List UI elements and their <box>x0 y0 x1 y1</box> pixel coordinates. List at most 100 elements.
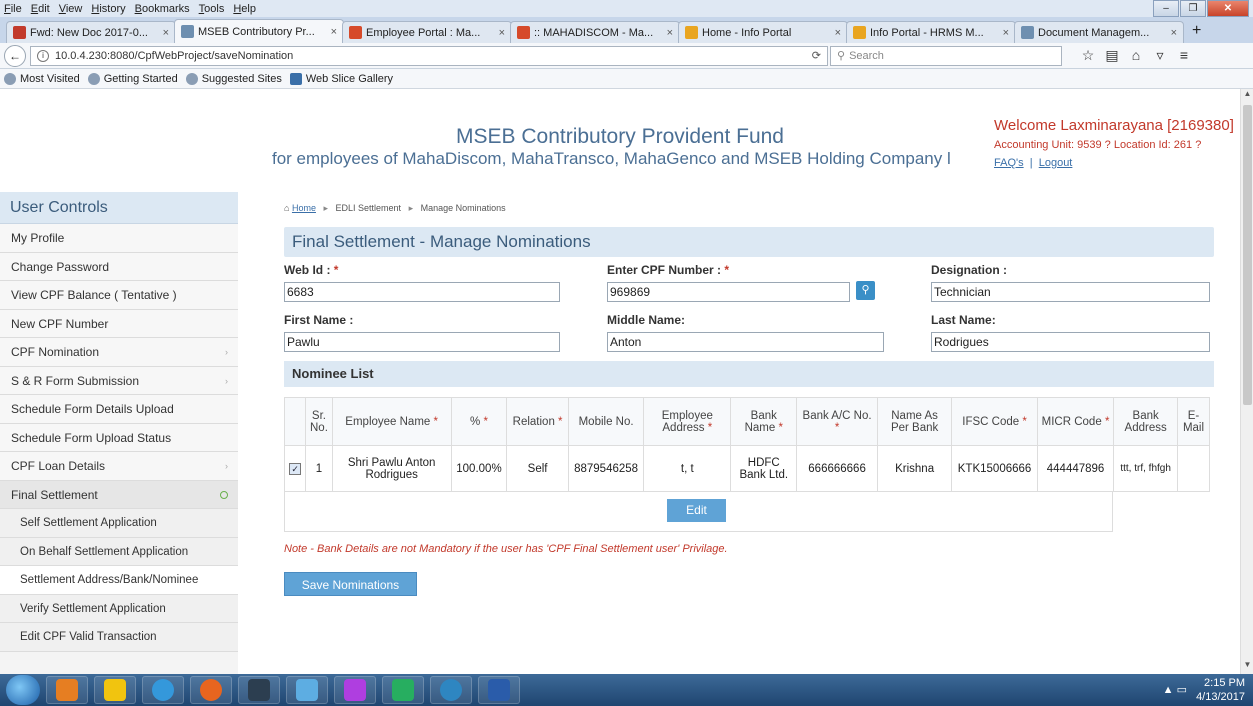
browser-tab[interactable]: Employee Portal : Ma... × <box>342 21 512 43</box>
cpf-search-button[interactable]: ⚲ <box>856 281 875 300</box>
close-tab-icon[interactable]: × <box>835 27 841 39</box>
middle-name-input[interactable]: Anton <box>607 332 884 352</box>
media-player-icon <box>56 679 78 701</box>
bookmark-label: Web Slice Gallery <box>305 72 394 85</box>
menu-file[interactable]: File <box>4 3 22 15</box>
taskbar-ie-icon[interactable] <box>142 676 184 704</box>
close-tab-icon[interactable]: × <box>1003 27 1009 39</box>
save-nominations-button[interactable]: Save Nominations <box>284 572 417 596</box>
bookmark-suggested-sites[interactable]: Suggested Sites <box>185 72 282 85</box>
home-icon[interactable]: ⌂ <box>1124 47 1148 64</box>
cell-bank: HDFC Bank Ltd. <box>730 445 798 492</box>
scroll-up-icon[interactable]: ▲ <box>1241 89 1253 103</box>
taskbar-virtualbox-icon[interactable] <box>286 676 328 704</box>
info-icon[interactable]: i <box>37 49 49 62</box>
reading-list-icon[interactable]: ▤ <box>1100 47 1124 64</box>
required-marker: * <box>707 421 713 434</box>
menu-history[interactable]: History <box>91 3 125 15</box>
web-id-input[interactable]: 6683 <box>284 282 560 302</box>
new-tab-icon[interactable]: + <box>1192 22 1201 43</box>
minimize-icon[interactable]: – <box>1153 0 1179 17</box>
menu-help[interactable]: Help <box>233 3 256 15</box>
windows-start-icon[interactable] <box>6 675 40 705</box>
header-text: % <box>470 415 481 428</box>
col-mobile: Mobile No. <box>567 397 645 446</box>
browser-search-box[interactable]: ⚲ Search <box>830 45 1062 66</box>
last-name-input[interactable]: Rodrigues <box>931 332 1210 352</box>
close-tab-icon[interactable]: × <box>499 27 505 39</box>
faq-link[interactable]: FAQ's <box>994 157 1024 169</box>
close-tab-icon[interactable]: × <box>163 27 169 39</box>
tray-network-icon[interactable]: ▲ ▭ <box>1163 683 1187 696</box>
system-clock[interactable]: 2:15 PM 4/13/2017 <box>1196 676 1245 704</box>
star-bookmark-icon[interactable]: ☆ <box>1076 47 1100 64</box>
sidebar-item-s-r-form[interactable]: S & R Form Submission › <box>0 366 238 395</box>
hamburger-menu-icon[interactable]: ≡ <box>1172 47 1196 64</box>
breadcrumb-home[interactable]: Home <box>292 203 316 213</box>
reload-icon[interactable]: ⟳ <box>812 49 821 62</box>
breadcrumb-edli: EDLI Settlement <box>335 203 402 213</box>
taskbar-app-icon[interactable] <box>238 676 280 704</box>
close-tab-icon[interactable]: × <box>1171 27 1177 39</box>
nominee-table: Sr. No. Employee Name * % * Relation * M… <box>283 397 1210 492</box>
logout-link[interactable]: Logout <box>1039 157 1073 169</box>
sidebar-item-view-cpf-balance[interactable]: View CPF Balance ( Tentative ) <box>0 281 238 310</box>
row-checkbox[interactable]: ✓ <box>289 462 302 475</box>
cpf-number-input[interactable]: 969869 <box>607 282 850 302</box>
sidebar-subitem-verify-settlement[interactable]: Verify Settlement Application <box>0 594 238 623</box>
bookmark-getting-started[interactable]: Getting Started <box>87 72 178 85</box>
pocket-icon[interactable]: ▿ <box>1148 47 1172 64</box>
menu-tools[interactable]: Tools <box>199 3 225 15</box>
sidebar-subitem-self-settlement[interactable]: Self Settlement Application <box>0 509 238 538</box>
col-ifsc: IFSC Code * <box>951 397 1038 446</box>
sidebar-subitem-on-behalf[interactable]: On Behalf Settlement Application <box>0 537 238 566</box>
taskbar-teamviewer-icon[interactable] <box>430 676 472 704</box>
restore-icon[interactable]: ❐ <box>1180 0 1206 17</box>
taskbar-media-icon[interactable] <box>46 676 88 704</box>
sidebar-item-new-cpf-number[interactable]: New CPF Number <box>0 309 238 338</box>
close-tab-icon[interactable]: × <box>667 27 673 39</box>
first-name-input[interactable]: Pawlu <box>284 332 560 352</box>
sidebar-item-cpf-loan[interactable]: CPF Loan Details › <box>0 452 238 481</box>
sidebar-item-schedule-upload[interactable]: Schedule Form Details Upload <box>0 395 238 424</box>
sidebar-item-cpf-nomination[interactable]: CPF Nomination › <box>0 338 238 367</box>
bookmark-most-visited[interactable]: Most Visited <box>4 72 80 85</box>
taskbar-paint-icon[interactable] <box>334 676 376 704</box>
taskbar-excel-icon[interactable] <box>382 676 424 704</box>
menu-bookmarks[interactable]: Bookmarks <box>135 3 190 15</box>
clock-time: 2:15 PM <box>1204 677 1245 689</box>
edit-button[interactable]: Edit <box>667 499 726 522</box>
scroll-down-icon[interactable]: ▼ <box>1241 660 1253 674</box>
taskbar-firefox-icon[interactable] <box>190 676 232 704</box>
back-arrow-icon[interactable]: ← <box>4 44 26 67</box>
browser-tab[interactable]: Document Managem... × <box>1014 21 1184 43</box>
browser-tab[interactable]: MSEB Contributory Pr... × <box>174 19 344 43</box>
tab-title: Home - Info Portal <box>702 26 792 39</box>
taskbar-word-icon[interactable] <box>478 676 520 704</box>
close-tab-icon[interactable]: × <box>331 26 337 38</box>
required-marker: * <box>724 263 730 277</box>
page-scrollbar[interactable]: ▲ ▼ <box>1240 89 1253 674</box>
col-name-as-bank: Name As Per Bank <box>876 397 953 446</box>
sidebar-subitem-edit-cpf-transaction[interactable]: Edit CPF Valid Transaction <box>0 623 238 652</box>
browser-tab[interactable]: :: MAHADISCOM - Ma... × <box>510 21 680 43</box>
browser-tab[interactable]: Info Portal - HRMS M... × <box>846 21 1016 43</box>
nominee-table-header: Sr. No. Employee Name * % * Relation * M… <box>283 397 1210 446</box>
bookmark-web-slice-gallery[interactable]: Web Slice Gallery <box>289 72 394 85</box>
url-bar[interactable]: i 10.0.4.230:8080/CpfWebProject/saveNomi… <box>30 45 828 66</box>
browser-tab[interactable]: Fwd: New Doc 2017-0... × <box>6 21 176 43</box>
sidebar-item-final-settlement[interactable]: Final Settlement <box>0 480 238 509</box>
close-window-icon[interactable]: ✕ <box>1207 0 1249 17</box>
menu-edit[interactable]: Edit <box>31 3 50 15</box>
menu-view[interactable]: View <box>59 3 83 15</box>
teamviewer-icon <box>440 679 462 701</box>
sidebar-item-my-profile[interactable]: My Profile <box>0 224 238 253</box>
sidebar-item-schedule-status[interactable]: Schedule Form Upload Status <box>0 423 238 452</box>
sidebar-subitem-address-bank-nominee[interactable]: Settlement Address/Bank/Nominee <box>0 566 238 595</box>
sidebar-item-change-password[interactable]: Change Password <box>0 252 238 281</box>
designation-input[interactable]: Technician <box>931 282 1210 302</box>
taskbar-explorer-icon[interactable] <box>94 676 136 704</box>
browser-tab[interactable]: Home - Info Portal × <box>678 21 848 43</box>
scroll-thumb[interactable] <box>1243 105 1252 405</box>
sidebar-item-label: View CPF Balance ( Tentative ) <box>11 288 177 302</box>
